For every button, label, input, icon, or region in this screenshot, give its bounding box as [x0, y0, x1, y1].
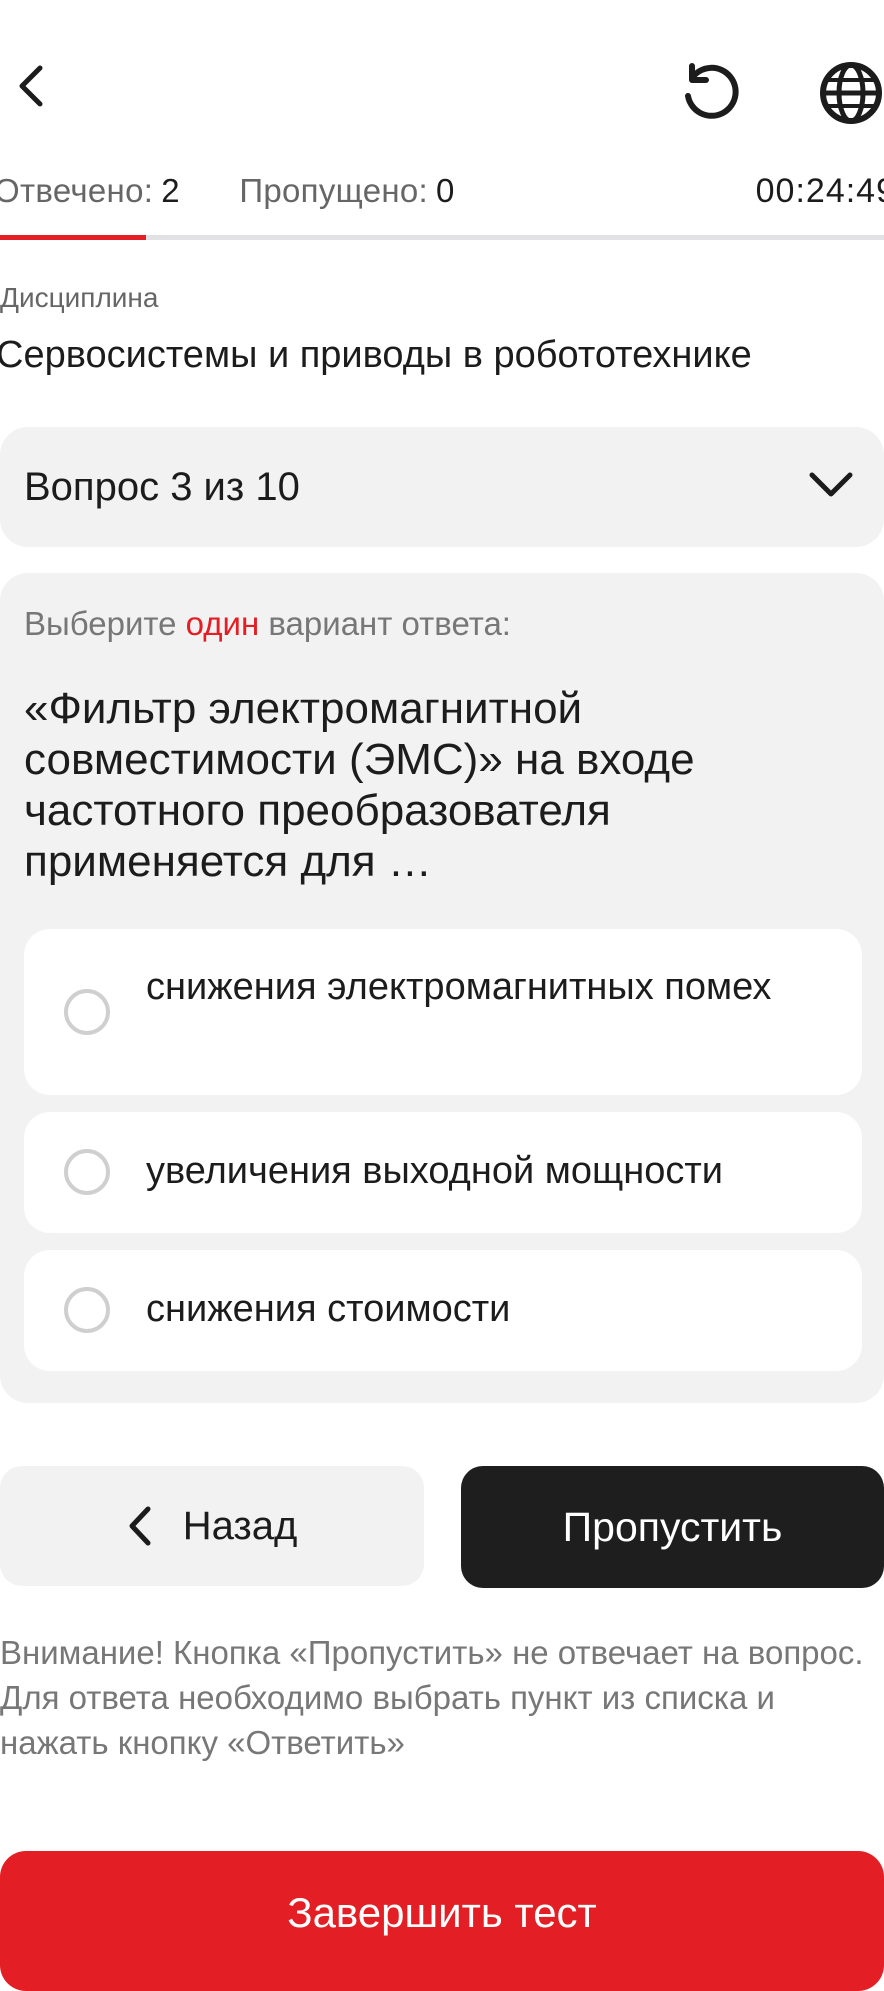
instruction-suffix: вариант ответа:: [268, 605, 511, 642]
answered-label: Отвечено:: [0, 172, 154, 209]
finish-button-label: Завершить тест: [287, 1889, 597, 1936]
restart-icon: [685, 63, 739, 119]
stats-row: Отвечено: 2 Пропущено: 0: [0, 172, 455, 210]
chevron-left-icon: [19, 65, 43, 107]
option-label: снижения стоимости: [146, 1288, 511, 1330]
answer-option[interactable]: снижения электромагнитных помех: [24, 929, 862, 1095]
instruction-prefix: Выберите: [24, 605, 177, 642]
language-button[interactable]: [818, 60, 884, 126]
radio-button[interactable]: [64, 1149, 110, 1195]
discipline-label: Дисциплина: [0, 282, 159, 313]
skip-warning: Внимание! Кнопка «Пропустить» не отвечае…: [0, 1634, 864, 1761]
answer-instruction: Выберите один вариант ответа:: [24, 605, 511, 643]
back-nav-button[interactable]: Назад: [0, 1466, 424, 1586]
globe-icon: [820, 62, 882, 124]
radio-button[interactable]: [64, 989, 110, 1035]
skip-button-label: Пропустить: [562, 1503, 783, 1550]
skipped-count: 0: [436, 172, 455, 209]
progress-bar: [0, 235, 884, 240]
skipped-label: Пропущено:: [239, 172, 429, 209]
radio-button[interactable]: [64, 1287, 110, 1333]
discipline-title: Сервосистемы и приводы в робототехнике: [0, 334, 752, 376]
chevron-down-icon: [809, 472, 853, 497]
answered-count: 2: [161, 172, 180, 209]
timer: 00:24:49: [755, 172, 884, 210]
option-label: увеличения выходной мощности: [146, 1150, 724, 1192]
progress-fill: [0, 235, 146, 240]
back-button-label: Назад: [182, 1503, 298, 1548]
answer-option[interactable]: увеличения выходной мощности: [24, 1112, 862, 1233]
option-label: снижения электромагнитных помех: [146, 966, 772, 1008]
chevron-left-icon: [129, 1506, 151, 1546]
instruction-highlight: один: [185, 605, 260, 642]
restart-button[interactable]: [672, 62, 748, 122]
back-button[interactable]: [0, 56, 60, 116]
skip-button[interactable]: Пропустить: [461, 1466, 884, 1588]
finish-test-button[interactable]: Завершить тест: [0, 1851, 884, 1991]
question-selector[interactable]: Вопрос 3 из 10: [0, 427, 884, 547]
question-counter: Вопрос 3 из 10: [24, 464, 300, 509]
answer-option[interactable]: снижения стоимости: [24, 1250, 862, 1371]
question-text: «Фильтр электромагнитной совместимости (…: [24, 684, 695, 886]
